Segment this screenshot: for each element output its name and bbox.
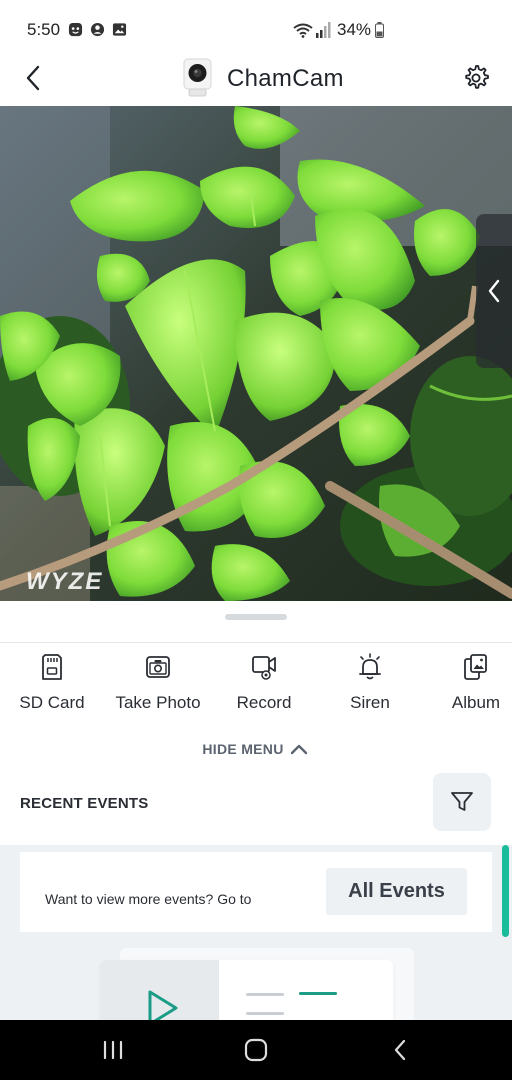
- take-photo-button[interactable]: Take Photo: [108, 649, 208, 719]
- recents-icon: [103, 1040, 123, 1060]
- siren-icon: [359, 653, 381, 680]
- event-placeholder-card: [100, 960, 393, 1020]
- record-icon: [252, 656, 276, 680]
- chevron-up-icon: [290, 744, 307, 755]
- sd-card-button[interactable]: SD Card: [2, 649, 102, 719]
- record-button[interactable]: Record: [214, 649, 314, 719]
- chevron-left-icon: [26, 65, 40, 91]
- hide-menu-label: HIDE MENU: [202, 741, 284, 757]
- status-bar: 5:50 34%: [0, 0, 512, 60]
- sd-card-label: SD Card: [19, 693, 85, 712]
- controls-sheet: SD Card Take Photo Record Siren Album HI…: [0, 601, 512, 845]
- more-events-text: Want to view more events? Go to: [45, 891, 252, 907]
- album-label: Album: [451, 693, 501, 712]
- camera-feed-image: [0, 106, 512, 601]
- filter-icon: [451, 792, 473, 811]
- system-back-button[interactable]: [380, 1032, 420, 1068]
- battery-icon: [375, 22, 384, 38]
- bitmoji-icon: [68, 22, 83, 37]
- gear-icon: [465, 65, 489, 89]
- placeholder-line: [246, 1012, 284, 1015]
- placeholder-line: [299, 992, 337, 995]
- sd-card-icon: [42, 654, 62, 680]
- signal-icon: [316, 22, 331, 38]
- battery-percent: 34%: [337, 20, 372, 39]
- page-title: ChamCam: [227, 65, 344, 92]
- image-icon: [112, 23, 127, 36]
- recent-events-heading: RECENT EVENTS: [20, 795, 149, 812]
- status-time: 5:50: [27, 20, 61, 39]
- app-header: ChamCam: [0, 52, 512, 106]
- settings-button[interactable]: [460, 62, 492, 94]
- home-button[interactable]: [236, 1032, 276, 1068]
- side-panel-toggle[interactable]: [476, 214, 512, 368]
- brand-watermark: WYZE: [26, 568, 104, 595]
- chevron-left-icon: [488, 279, 500, 303]
- more-events-card: Want to view more events? Go to All Even…: [20, 852, 492, 932]
- scrollbar[interactable]: [502, 845, 509, 937]
- live-camera-feed[interactable]: WYZE: [0, 106, 512, 601]
- back-arrow-icon: [394, 1039, 406, 1061]
- album-icon: [464, 654, 487, 680]
- siren-label: Siren: [350, 693, 390, 712]
- camera-icon: [146, 656, 170, 678]
- events-list[interactable]: Want to view more events? Go to All Even…: [0, 845, 512, 1020]
- account-icon: [90, 22, 105, 37]
- event-thumbnail: [100, 960, 219, 1020]
- filter-button[interactable]: [433, 773, 491, 831]
- take-photo-label: Take Photo: [115, 693, 201, 712]
- controls-row: SD Card Take Photo Record Siren Album: [0, 649, 512, 719]
- status-notification-icons: [68, 22, 127, 37]
- siren-button[interactable]: Siren: [320, 649, 420, 719]
- camera-device-icon: [183, 58, 212, 97]
- all-events-label: All Events: [348, 880, 445, 902]
- play-icon: [148, 990, 178, 1020]
- hide-menu-button[interactable]: HIDE MENU: [190, 738, 320, 760]
- record-label: Record: [236, 693, 292, 712]
- back-button[interactable]: [18, 62, 48, 94]
- wifi-icon: [293, 23, 313, 38]
- all-events-button[interactable]: All Events: [326, 868, 467, 915]
- sheet-handle-area: [0, 601, 512, 643]
- recents-button[interactable]: [93, 1032, 133, 1068]
- home-icon: [244, 1038, 268, 1062]
- placeholder-line: [246, 993, 284, 996]
- drag-handle[interactable]: [225, 614, 287, 620]
- system-nav-bar: [0, 1020, 512, 1080]
- album-button[interactable]: Album: [426, 649, 512, 719]
